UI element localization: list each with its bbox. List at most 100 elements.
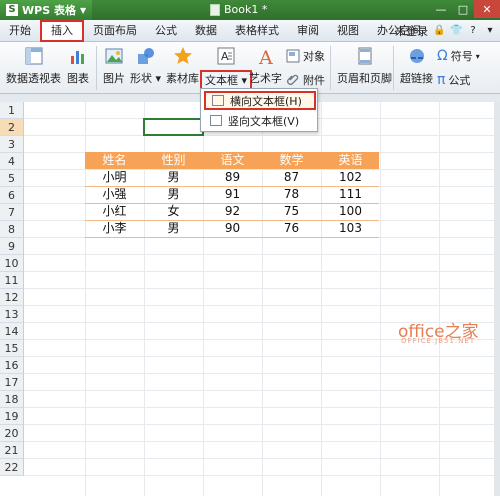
table-header-cell[interactable]: 语文 <box>203 152 262 169</box>
pivot-table-button[interactable]: 数据透视表 <box>6 42 61 86</box>
table-cell[interactable]: 小明 <box>85 169 144 186</box>
tab-view[interactable]: 视图 <box>328 20 368 42</box>
lock-icon[interactable]: 🔒 <box>433 25 445 37</box>
close-button[interactable]: ✕ <box>474 0 500 18</box>
row-header[interactable]: 11 <box>0 272 24 289</box>
vertical-textbox-item[interactable]: 竖向文本框(V) <box>204 111 316 130</box>
table-header-cell[interactable]: 姓名 <box>85 152 144 169</box>
row-header[interactable]: 8 <box>0 221 24 238</box>
attachment-button[interactable]: 附件 <box>286 72 325 88</box>
row-header[interactable]: 3 <box>0 136 24 153</box>
clipart-button[interactable]: 素材库 <box>166 42 199 86</box>
spreadsheet-grid[interactable]: 1 2 3 4 5 6 7 8 9 10 11 12 13 14 15 16 1… <box>0 102 500 496</box>
row-header[interactable]: 6 <box>0 187 24 204</box>
table-cell[interactable]: 小强 <box>85 186 144 203</box>
row-header[interactable]: 14 <box>0 323 24 340</box>
chart-icon <box>71 51 84 64</box>
row-header[interactable]: 5 <box>0 170 24 187</box>
selected-cell[interactable] <box>143 118 204 136</box>
symbol-button[interactable]: Ω 符号 ▾ <box>437 48 480 64</box>
vertical-scrollbar[interactable] <box>494 102 500 496</box>
help-icon[interactable]: ? <box>467 25 479 37</box>
table-cell[interactable]: 男 <box>144 220 203 237</box>
picture-icon <box>105 48 123 64</box>
tab-data[interactable]: 数据 <box>186 20 226 42</box>
table-cell[interactable]: 男 <box>144 186 203 203</box>
paperclip-icon <box>287 74 299 85</box>
table-cell[interactable]: 103 <box>321 220 380 237</box>
row-header[interactable]: 7 <box>0 204 24 221</box>
row-header[interactable]: 19 <box>0 408 24 425</box>
app-menu-button[interactable]: S WPS 表格 ▼ <box>0 0 93 20</box>
row-header[interactable]: 15 <box>0 340 24 357</box>
shapes-icon <box>137 48 154 64</box>
maximize-button[interactable]: □ <box>452 0 474 18</box>
table-cell[interactable]: 小红 <box>85 203 144 220</box>
textbox-dropdown-menu: 横向文本框(H) 竖向文本框(V) <box>200 88 318 132</box>
row-header[interactable]: 22 <box>0 459 24 476</box>
table-cell[interactable]: 女 <box>144 203 203 220</box>
shapes-button[interactable]: 形状 ▾ <box>130 42 161 86</box>
tab-review[interactable]: 审阅 <box>288 20 328 42</box>
table-cell[interactable]: 76 <box>262 220 321 237</box>
row-header[interactable]: 16 <box>0 357 24 374</box>
watermark-url: OFFICE.JB51.NET <box>401 337 476 345</box>
row-header[interactable]: 18 <box>0 391 24 408</box>
chevron-down-icon[interactable]: ▾ <box>484 25 496 37</box>
table-cell[interactable]: 75 <box>262 203 321 220</box>
textbox-icon: A <box>217 47 235 65</box>
wordart-button[interactable]: A 艺术字 <box>249 42 282 86</box>
table-cell[interactable]: 92 <box>203 203 262 220</box>
table-cell[interactable]: 102 <box>321 169 380 186</box>
textbox-button[interactable]: A 文本框 ▾ <box>200 42 253 90</box>
row-header[interactable]: 4 <box>0 153 24 170</box>
svg-text:A: A <box>258 47 273 66</box>
tab-table-style[interactable]: 表格样式 <box>226 20 288 42</box>
row-header[interactable]: 17 <box>0 374 24 391</box>
table-cell[interactable]: 89 <box>203 169 262 186</box>
table-header-cell[interactable]: 英语 <box>321 152 380 169</box>
object-icon <box>286 49 300 63</box>
formula-button[interactable]: π 公式 <box>437 72 470 88</box>
horizontal-textbox-item[interactable]: 横向文本框(H) <box>204 91 316 110</box>
object-button[interactable]: 对象 <box>286 48 325 64</box>
header-footer-button[interactable]: 页眉和页脚 <box>337 42 392 86</box>
table-cell[interactable]: 87 <box>262 169 321 186</box>
row-header[interactable]: 20 <box>0 425 24 442</box>
shirt-icon[interactable]: 👕 <box>450 25 462 37</box>
pivot-table-icon <box>25 47 42 65</box>
row-header[interactable]: 10 <box>0 255 24 272</box>
table-header-cell[interactable]: 性别 <box>144 152 203 169</box>
table-cell[interactable]: 91 <box>203 186 262 203</box>
table-header-cell[interactable]: 数学 <box>262 152 321 169</box>
document-title: Book1 * <box>210 3 267 16</box>
table-cell[interactable]: 111 <box>321 186 380 203</box>
hyperlink-icon <box>409 49 424 63</box>
hyperlink-button[interactable]: 超链接 <box>400 42 433 86</box>
table-cell[interactable]: 男 <box>144 169 203 186</box>
svg-text:A: A <box>221 50 229 63</box>
horizontal-textbox-icon <box>212 95 224 106</box>
table-cell[interactable]: 小李 <box>85 220 144 237</box>
row-header[interactable]: 9 <box>0 238 24 255</box>
chevron-down-icon: ▼ <box>79 5 87 15</box>
picture-button[interactable]: 图片 <box>103 42 125 86</box>
row-header[interactable]: 1 <box>0 102 24 119</box>
row-header[interactable]: 12 <box>0 289 24 306</box>
tab-formula[interactable]: 公式 <box>146 20 186 42</box>
table-cell[interactable]: 78 <box>262 186 321 203</box>
row-header-selected[interactable]: 2 <box>0 119 24 136</box>
tab-home[interactable]: 开始 <box>0 20 40 42</box>
chart-button[interactable]: 图表 <box>67 42 89 86</box>
vertical-textbox-icon <box>210 115 222 126</box>
row-header[interactable]: 21 <box>0 442 24 459</box>
document-icon <box>210 3 220 16</box>
tab-insert[interactable]: 插入 <box>40 19 84 42</box>
tab-page-layout[interactable]: 页面布局 <box>84 20 146 42</box>
minimize-button[interactable]: — <box>430 0 452 18</box>
wordart-icon: A <box>258 47 273 66</box>
row-header[interactable]: 13 <box>0 306 24 323</box>
table-cell[interactable]: 100 <box>321 203 380 220</box>
table-cell[interactable]: 90 <box>203 220 262 237</box>
login-link[interactable]: 未登录 <box>395 23 428 39</box>
